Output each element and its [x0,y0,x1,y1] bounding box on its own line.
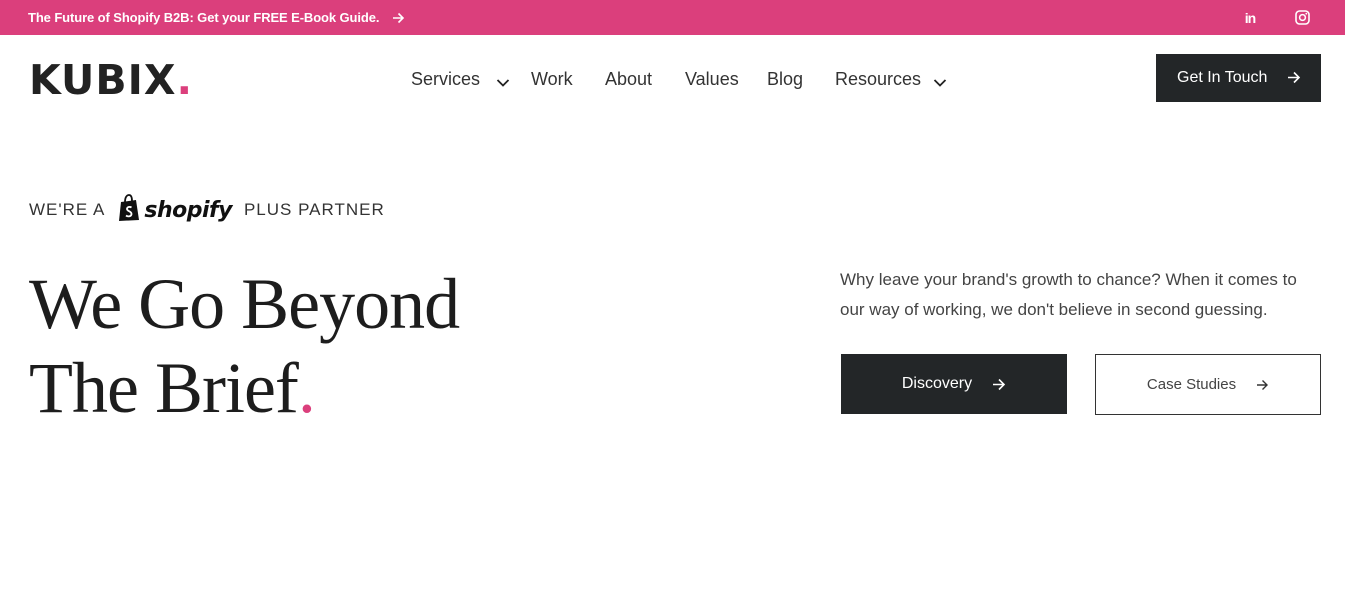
nav-item-blog[interactable]: Blog [767,66,803,92]
case-studies-button[interactable]: Case Studies [1095,354,1321,415]
discovery-button[interactable]: Discovery [841,354,1067,414]
shopify-wordmark: shopify [144,197,232,223]
chevron-down-icon[interactable] [933,72,947,93]
hero-title: We Go Beyond The Brief. [29,262,460,430]
logo-dot: . [176,56,194,104]
discovery-label: Discovery [901,375,973,392]
arrow-right-icon [992,378,1006,391]
instagram-icon[interactable] [1294,0,1310,35]
partner-suffix: PLUS PARTNER [243,200,385,219]
shopify-logo: shopify [117,193,232,227]
hero-title-line-2: The Brief [29,348,299,428]
partner-line: WE'RE A shopify PLUS PARTNER [29,193,385,227]
nav-item-services[interactable]: Services [411,66,480,92]
get-in-touch-label: Get In Touch [1177,69,1268,86]
linkedin-icon[interactable]: in [1241,0,1259,35]
hero-intro: Why leave your brand's growth to chance?… [840,270,1297,319]
announcement-link[interactable]: The Future of Shopify B2B: Get your FREE… [28,10,405,25]
announcement-bar: The Future of Shopify B2B: Get your FREE… [0,0,1345,35]
case-studies-label: Case Studies [1146,376,1237,393]
arrow-right-icon [1287,71,1301,89]
linkedin-label: in [1244,9,1256,26]
partner-prefix: WE'RE A [29,200,106,219]
nav-item-values[interactable]: Values [685,66,739,92]
logo-text: KUBIX [29,56,177,104]
nav-item-about[interactable]: About [605,66,652,92]
nav-item-work[interactable]: Work [531,66,573,92]
logo[interactable]: KUBIX. [29,59,193,101]
announcement-text: The Future of Shopify B2B: Get your FREE… [28,10,380,25]
arrow-right-icon [392,12,405,24]
get-in-touch-button[interactable]: Get In Touch [1156,54,1321,102]
arrow-right-icon [1256,379,1269,391]
hero-title-dot: . [297,348,316,428]
chevron-down-icon[interactable] [496,72,510,93]
hero-title-line-1: We Go Beyond [29,264,460,344]
shopify-bag-icon [117,193,141,227]
nav-item-resources[interactable]: Resources [835,66,921,92]
